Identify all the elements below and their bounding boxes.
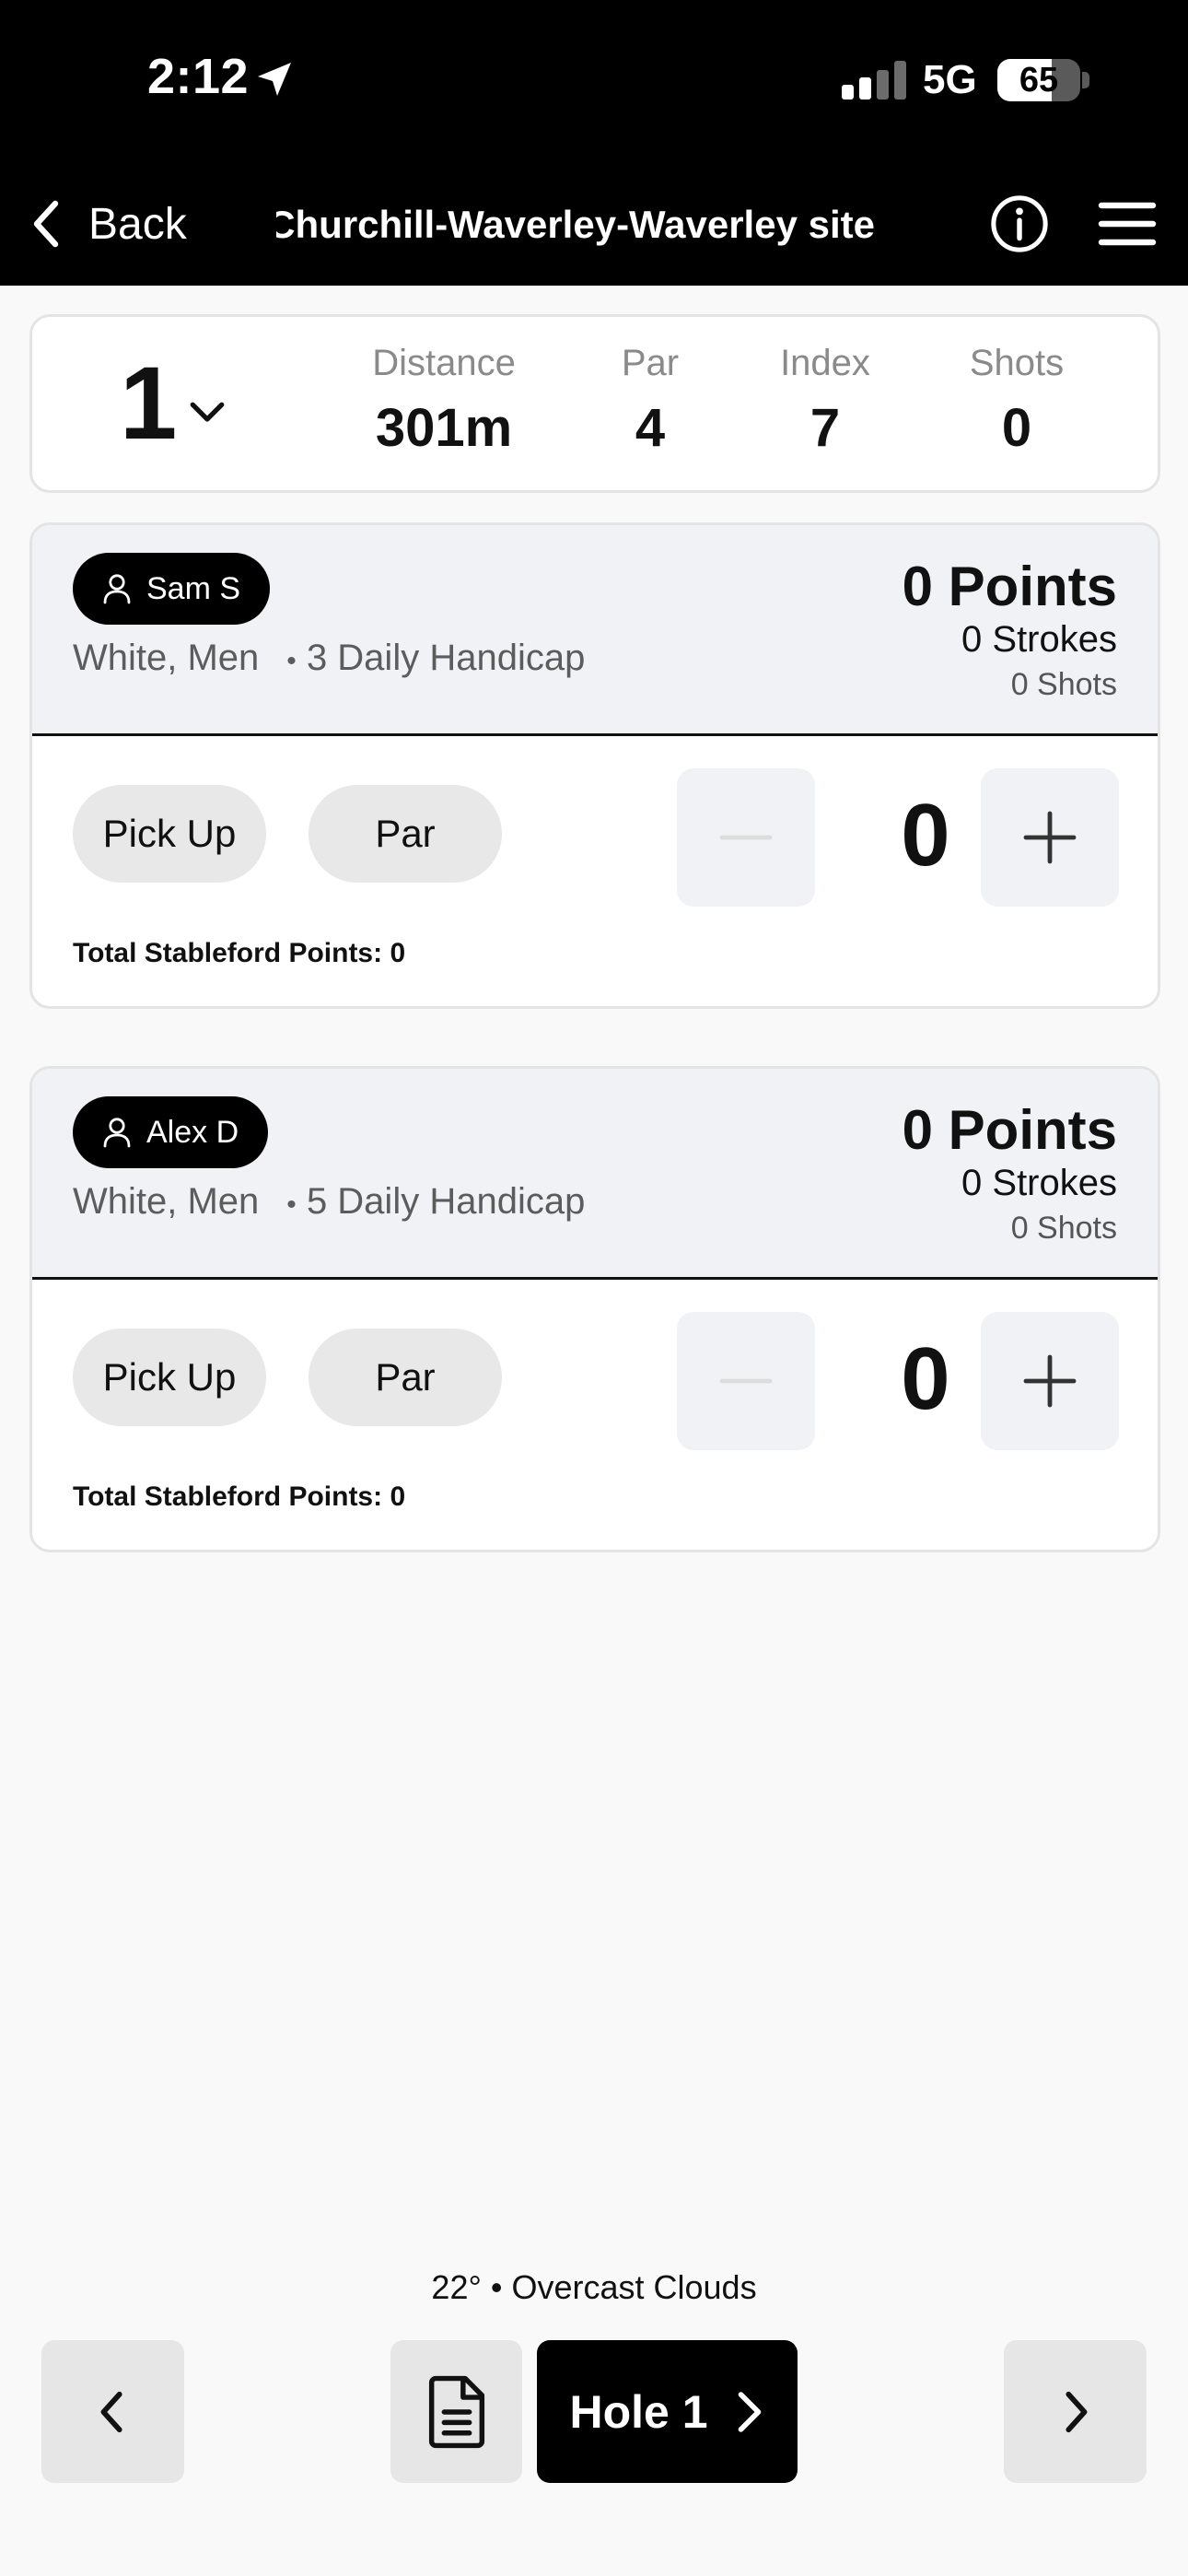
next-hole-button[interactable]: Hole 1 — [537, 2340, 798, 2483]
player-shots: 0 Shots — [1010, 1211, 1117, 1246]
player-strokes: 0 Strokes — [961, 619, 1117, 660]
minus-icon — [719, 835, 773, 840]
player-badge[interactable]: Sam S — [73, 553, 271, 625]
cellular-signal-icon — [842, 61, 906, 100]
total-stableford-points: Total Stableford Points: 0 — [73, 938, 406, 968]
next-hole-label: Hole 1 — [569, 2385, 708, 2438]
increment-button[interactable] — [981, 1312, 1119, 1450]
chevron-down-icon — [190, 402, 225, 422]
player-badge[interactable]: Alex D — [73, 1096, 269, 1168]
battery-nub — [1082, 72, 1089, 88]
separator-dot: • — [286, 646, 297, 676]
stat-label: Distance — [372, 343, 516, 383]
stat-label: Index — [780, 343, 870, 383]
player-name: Alex D — [146, 1114, 239, 1150]
network-type: 5G — [923, 57, 977, 102]
status-time: 2:12 — [147, 49, 250, 104]
plus-icon — [1023, 811, 1077, 864]
stat-value: 301m — [375, 398, 513, 458]
stat-value: 4 — [635, 398, 666, 458]
par-button[interactable]: Par — [309, 1329, 502, 1426]
stat-label: Shots — [969, 343, 1065, 383]
player-card: Sam S White, Men • 3 Daily Handicap 0 Po… — [29, 522, 1160, 1009]
battery-icon: 65 — [997, 59, 1080, 101]
battery-percent: 65 — [1019, 60, 1059, 100]
nav-bar: Back Churchill-Waverley-Waverley site — [0, 162, 1188, 286]
weather-info: 22° • Overcast Clouds — [431, 2268, 757, 2306]
player-shots: 0 Shots — [1010, 667, 1117, 702]
hole-info-card: 1 Distance 301m Par 4 Index 7 Shots 0 — [29, 314, 1160, 493]
player-handicap-group: • 3 Daily Handicap — [286, 638, 585, 679]
plus-icon — [1023, 1354, 1077, 1408]
next-button[interactable] — [1004, 2340, 1147, 2483]
document-icon — [428, 2375, 485, 2449]
player-handicap: 3 Daily Handicap — [306, 638, 586, 678]
stat-par: Par 4 — [558, 343, 742, 459]
player-header: Sam S White, Men • 3 Daily Handicap 0 Po… — [32, 525, 1158, 736]
person-icon — [103, 1118, 131, 1148]
chevron-right-icon — [1066, 2391, 1088, 2433]
stat-label: Par — [621, 343, 680, 383]
scorecard-button[interactable] — [390, 2340, 522, 2483]
stat-shots: Shots 0 — [925, 343, 1109, 459]
decrement-button[interactable] — [677, 1312, 815, 1450]
decrement-button[interactable] — [677, 768, 815, 907]
player-header: Alex D White, Men • 5 Daily Handicap 0 P… — [32, 1069, 1158, 1280]
player-tee: White, Men — [73, 638, 260, 678]
player-points: 0 Points — [902, 1099, 1117, 1161]
player-details: White, Men • 3 Daily Handicap — [73, 638, 585, 679]
player-name: Sam S — [146, 570, 241, 606]
stat-distance: Distance 301m — [352, 343, 536, 459]
hamburger-menu-icon[interactable] — [1098, 197, 1157, 251]
course-title: Churchill-Waverley-Waverley site — [276, 203, 875, 246]
chevron-left-icon — [33, 200, 59, 248]
info-icon[interactable] — [989, 193, 1050, 254]
stat-index: Index 7 — [733, 343, 917, 459]
player-tee: White, Men — [73, 1181, 260, 1222]
previous-hole-button[interactable] — [41, 2340, 184, 2483]
stat-value: 0 — [1001, 398, 1032, 458]
person-icon — [103, 574, 131, 604]
separator-dot: • — [286, 1189, 297, 1220]
pick-up-button[interactable]: Pick Up — [73, 1329, 266, 1426]
player-card: Alex D White, Men • 5 Daily Handicap 0 P… — [29, 1066, 1160, 1552]
back-label: Back — [88, 199, 187, 249]
hole-number: 1 — [120, 345, 178, 461]
player-points: 0 Points — [902, 556, 1117, 617]
player-handicap: 5 Daily Handicap — [306, 1181, 586, 1222]
pick-up-button[interactable]: Pick Up — [73, 785, 266, 883]
nav-title-container: Churchill-Waverley-Waverley site — [276, 190, 903, 258]
hole-selector[interactable]: 1 — [120, 348, 227, 459]
stat-value: 7 — [809, 398, 841, 458]
location-arrow-icon — [258, 63, 291, 96]
back-button[interactable]: Back — [28, 190, 187, 258]
player-details: White, Men • 5 Daily Handicap — [73, 1181, 585, 1223]
par-button[interactable]: Par — [309, 785, 502, 883]
player-strokes: 0 Strokes — [961, 1163, 1117, 1203]
increment-button[interactable] — [981, 768, 1119, 907]
player-handicap-group: • 5 Daily Handicap — [286, 1181, 585, 1223]
total-stableford-points: Total Stableford Points: 0 — [73, 1481, 406, 1512]
status-bar: 2:12 5G 65 — [0, 0, 1188, 162]
chevron-right-icon — [738, 2391, 761, 2432]
chevron-left-icon — [100, 2391, 122, 2433]
minus-icon — [719, 1378, 773, 1384]
